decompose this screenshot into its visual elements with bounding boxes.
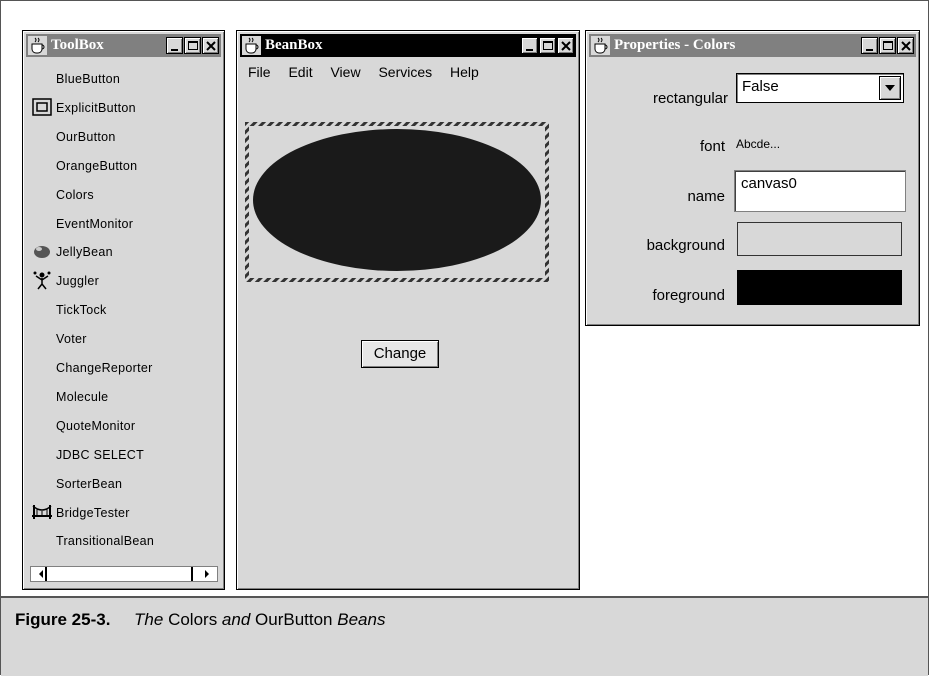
properties-title: Properties - Colors: [614, 37, 736, 53]
toolbox-item[interactable]: JellyBean: [56, 245, 113, 259]
close-button[interactable]: [202, 37, 219, 54]
figure-caption: Figure 25-3. The Colors and OurButton Be…: [15, 610, 385, 630]
font-value[interactable]: Abcde...: [736, 137, 780, 151]
foreground-label: foreground: [652, 287, 725, 304]
toolbox-item[interactable]: JDBC SELECT: [56, 448, 144, 462]
chevron-down-icon: [885, 85, 895, 91]
menu-help[interactable]: Help: [450, 64, 479, 80]
jellybean-icon: [32, 241, 52, 261]
name-label: name: [687, 188, 725, 205]
toolbox-item[interactable]: SorterBean: [56, 477, 122, 491]
toolbox-item[interactable]: ChangeReporter: [56, 361, 153, 375]
toolbox-item[interactable]: Voter: [56, 332, 87, 346]
rectangular-value: False: [742, 78, 779, 95]
toolbox-item[interactable]: Colors: [56, 188, 94, 202]
menu-view[interactable]: View: [330, 64, 360, 80]
toolbox-scrollbar[interactable]: [30, 566, 218, 582]
bridge-icon: [32, 502, 52, 522]
toolbox-item[interactable]: BlueButton: [56, 72, 120, 86]
beanbox-menubar: File Edit View Services Help: [248, 64, 493, 80]
minimize-button[interactable]: [861, 37, 878, 54]
juggler-icon: [32, 270, 52, 290]
background-swatch[interactable]: [737, 222, 902, 256]
scroll-right-icon[interactable]: [199, 567, 213, 581]
rectangular-label: rectangular: [652, 90, 728, 107]
minimize-button[interactable]: [521, 37, 538, 54]
caption-part-5: Beans: [332, 610, 386, 629]
name-value: canvas0: [741, 175, 797, 192]
scroll-thumb[interactable]: [45, 567, 47, 581]
toolbox-item[interactable]: QuoteMonitor: [56, 419, 135, 433]
colors-canvas-oval: [253, 129, 541, 271]
font-label: font: [699, 138, 725, 155]
toolbox-item[interactable]: TransitionalBean: [56, 534, 154, 548]
beanbox-title: BeanBox: [265, 37, 323, 53]
foreground-swatch[interactable]: [737, 270, 902, 305]
beanbox-titlebar[interactable]: BeanBox: [240, 34, 576, 57]
menu-file[interactable]: File: [248, 64, 271, 80]
toolbox-item[interactable]: OrangeButton: [56, 159, 137, 173]
maximize-button[interactable]: [184, 37, 201, 54]
caption-part-3: and: [217, 610, 256, 629]
java-cup-icon: [242, 36, 261, 55]
toolbox-item[interactable]: EventMonitor: [56, 217, 133, 231]
minimize-button[interactable]: [166, 37, 183, 54]
rectangular-select[interactable]: False: [736, 73, 904, 103]
toolbox-title: ToolBox: [51, 37, 104, 53]
background-label: background: [646, 237, 725, 254]
dropdown-button[interactable]: [879, 76, 901, 100]
toolbox-item[interactable]: OurButton: [56, 130, 116, 144]
menu-services[interactable]: Services: [378, 64, 432, 80]
toolbox-titlebar[interactable]: ToolBox: [26, 34, 221, 57]
caption-part-4: OurButton: [255, 610, 333, 629]
maximize-button[interactable]: [879, 37, 896, 54]
toolbox-item[interactable]: BridgeTester: [56, 506, 130, 520]
scroll-track-end: [191, 567, 193, 581]
close-button[interactable]: [897, 37, 914, 54]
change-button[interactable]: Change: [361, 340, 439, 368]
toolbox-item[interactable]: Juggler: [56, 274, 99, 288]
caption-part-1: The: [134, 610, 169, 629]
caption-part-2: Colors: [168, 610, 218, 629]
maximize-button[interactable]: [539, 37, 556, 54]
beanbox-window: BeanBox: [236, 30, 580, 590]
caption-bar: Figure 25-3. The Colors and OurButton Be…: [1, 596, 928, 676]
java-cup-icon: [28, 36, 47, 55]
java-cup-icon: [591, 36, 610, 55]
figure-number: Figure 25-3.: [15, 610, 111, 629]
toolbox-item[interactable]: Molecule: [56, 390, 108, 404]
properties-titlebar[interactable]: Properties - Colors: [589, 34, 916, 57]
colors-bean[interactable]: [245, 122, 549, 282]
close-button[interactable]: [557, 37, 574, 54]
name-field[interactable]: canvas0: [734, 170, 906, 212]
button-frame-icon: [32, 97, 52, 117]
toolbox-item[interactable]: ExplicitButton: [56, 101, 136, 115]
toolbox-item[interactable]: TickTock: [56, 303, 107, 317]
menu-edit[interactable]: Edit: [288, 64, 312, 80]
